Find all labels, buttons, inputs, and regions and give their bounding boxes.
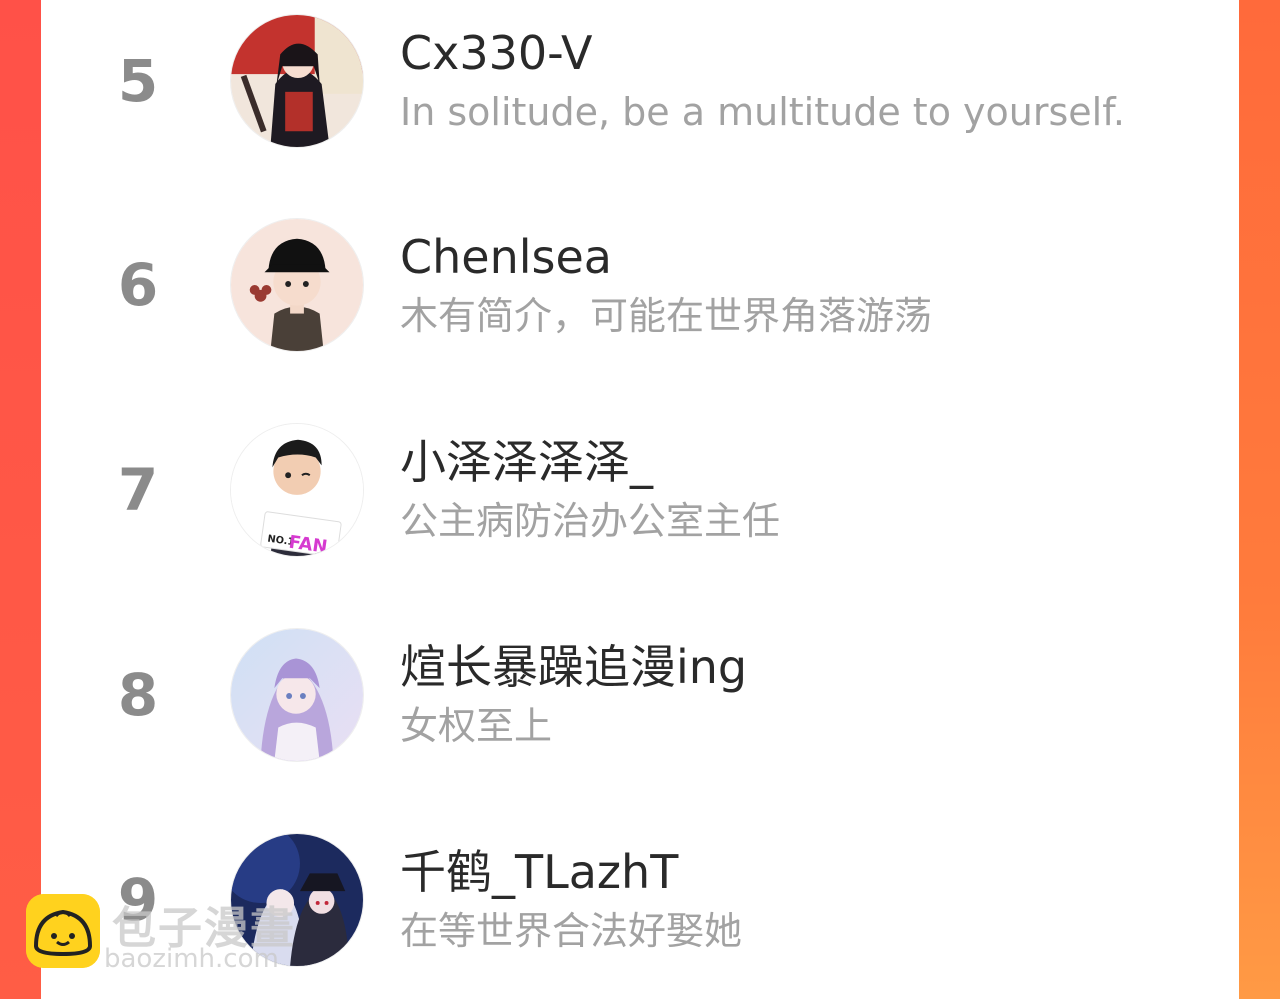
user-name[interactable]: 小泽泽泽泽_ bbox=[400, 437, 653, 488]
leaderboard-row[interactable]: 6 Chenlsea 木有简介，可能在世界角落游荡 bbox=[41, 218, 1239, 388]
bun-face-icon bbox=[26, 894, 100, 968]
site-watermark: 包子漫畫 baozimh.com bbox=[24, 890, 334, 980]
leaderboard-row[interactable]: 8 煊长暴躁追漫ing 女权至上 bbox=[41, 628, 1239, 798]
leaderboard-row[interactable]: 5 Cx330-V In solitude, be a multitude to… bbox=[41, 14, 1239, 184]
user-name[interactable]: 千鹤_TLazhT bbox=[400, 847, 678, 898]
avatar-image: NO.1 FAN bbox=[231, 424, 363, 556]
user-avatar[interactable] bbox=[230, 14, 364, 148]
user-bio: 木有简介，可能在世界角落游荡 bbox=[400, 294, 933, 338]
user-avatar[interactable] bbox=[230, 218, 364, 352]
right-border bbox=[1239, 0, 1280, 999]
leaderboard-row[interactable]: 7 NO.1 FAN 小泽泽泽泽_ 公主病防治办公室主任 bbox=[41, 423, 1239, 593]
user-name[interactable]: 煊长暴躁追漫ing bbox=[400, 642, 747, 693]
user-bio: 在等世界合法好娶她 bbox=[400, 909, 743, 953]
leaderboard-panel: 5 Cx330-V In solitude, be a multitude to… bbox=[41, 0, 1239, 999]
left-border bbox=[0, 0, 41, 999]
user-avatar[interactable]: NO.1 FAN bbox=[230, 423, 364, 557]
user-avatar[interactable] bbox=[230, 628, 364, 762]
watermark-url: baozimh.com bbox=[104, 944, 279, 974]
user-bio: 女权至上 bbox=[400, 704, 553, 748]
user-bio: 公主病防治办公室主任 bbox=[400, 499, 781, 543]
rank-number: 5 bbox=[117, 47, 159, 115]
avatar-image bbox=[231, 15, 363, 147]
rank-number: 6 bbox=[117, 251, 159, 319]
user-name[interactable]: Cx330-V bbox=[400, 28, 593, 79]
rank-number: 7 bbox=[117, 456, 159, 524]
user-name[interactable]: Chenlsea bbox=[400, 232, 612, 283]
avatar-image bbox=[231, 629, 363, 761]
avatar-image bbox=[231, 219, 363, 351]
rank-number: 8 bbox=[117, 661, 159, 729]
user-bio: In solitude, be a multitude to yourself. bbox=[400, 90, 1125, 134]
